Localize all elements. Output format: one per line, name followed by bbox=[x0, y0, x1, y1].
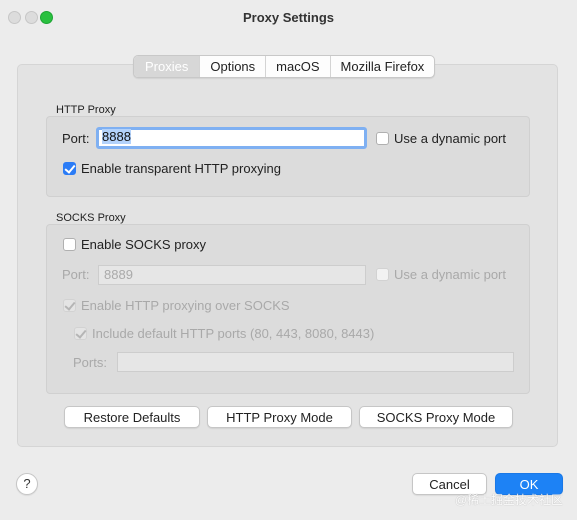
tab-macos[interactable]: macOS bbox=[265, 56, 329, 77]
include-default-ports-label[interactable]: Include default HTTP ports (80, 443, 808… bbox=[92, 326, 374, 341]
http-over-socks-label[interactable]: Enable HTTP proxying over SOCKS bbox=[81, 298, 290, 313]
socks-dynamic-port-label[interactable]: Use a dynamic port bbox=[394, 267, 506, 282]
http-dynamic-port-label[interactable]: Use a dynamic port bbox=[394, 131, 506, 146]
transparent-proxy-checkbox[interactable] bbox=[63, 162, 76, 175]
http-over-socks-checkbox[interactable] bbox=[63, 299, 76, 312]
socks-dynamic-port-checkbox[interactable] bbox=[376, 268, 389, 281]
watermark-text: @稀土掘金技术社区 bbox=[454, 493, 563, 507]
http-port-label: Port: bbox=[62, 131, 90, 146]
enable-socks-checkbox[interactable] bbox=[63, 238, 76, 251]
enable-socks-label[interactable]: Enable SOCKS proxy bbox=[81, 237, 206, 252]
socks-ports-input[interactable] bbox=[117, 352, 514, 372]
tab-proxies[interactable]: Proxies bbox=[134, 56, 200, 77]
title-bar: Proxy Settings bbox=[0, 0, 577, 36]
socks-port-value: 8889 bbox=[104, 267, 133, 282]
transparent-proxy-label[interactable]: Enable transparent HTTP proxying bbox=[81, 161, 281, 176]
http-proxy-mode-button[interactable]: HTTP Proxy Mode bbox=[207, 406, 352, 428]
tab-bar: Proxies Options macOS Mozilla Firefox bbox=[133, 55, 436, 78]
socks-ports-label: Ports: bbox=[73, 355, 107, 370]
tab-options[interactable]: Options bbox=[199, 56, 265, 77]
socks-port-input[interactable]: 8889 bbox=[98, 265, 366, 285]
socks-port-label: Port: bbox=[62, 267, 90, 282]
help-button[interactable]: ? bbox=[16, 473, 38, 495]
http-dynamic-port-checkbox[interactable] bbox=[376, 132, 389, 145]
http-port-value: 8888 bbox=[102, 129, 131, 144]
socks-proxy-section-label: SOCKS Proxy bbox=[56, 212, 126, 224]
socks-proxy-mode-button[interactable]: SOCKS Proxy Mode bbox=[359, 406, 513, 428]
http-port-input[interactable]: 8888 bbox=[96, 127, 367, 149]
restore-defaults-button[interactable]: Restore Defaults bbox=[64, 406, 200, 428]
include-default-ports-checkbox[interactable] bbox=[74, 327, 87, 340]
window-title: Proxy Settings bbox=[242, 10, 335, 25]
http-proxy-section-label: HTTP Proxy bbox=[56, 104, 116, 116]
tab-mozilla-firefox[interactable]: Mozilla Firefox bbox=[329, 56, 435, 77]
